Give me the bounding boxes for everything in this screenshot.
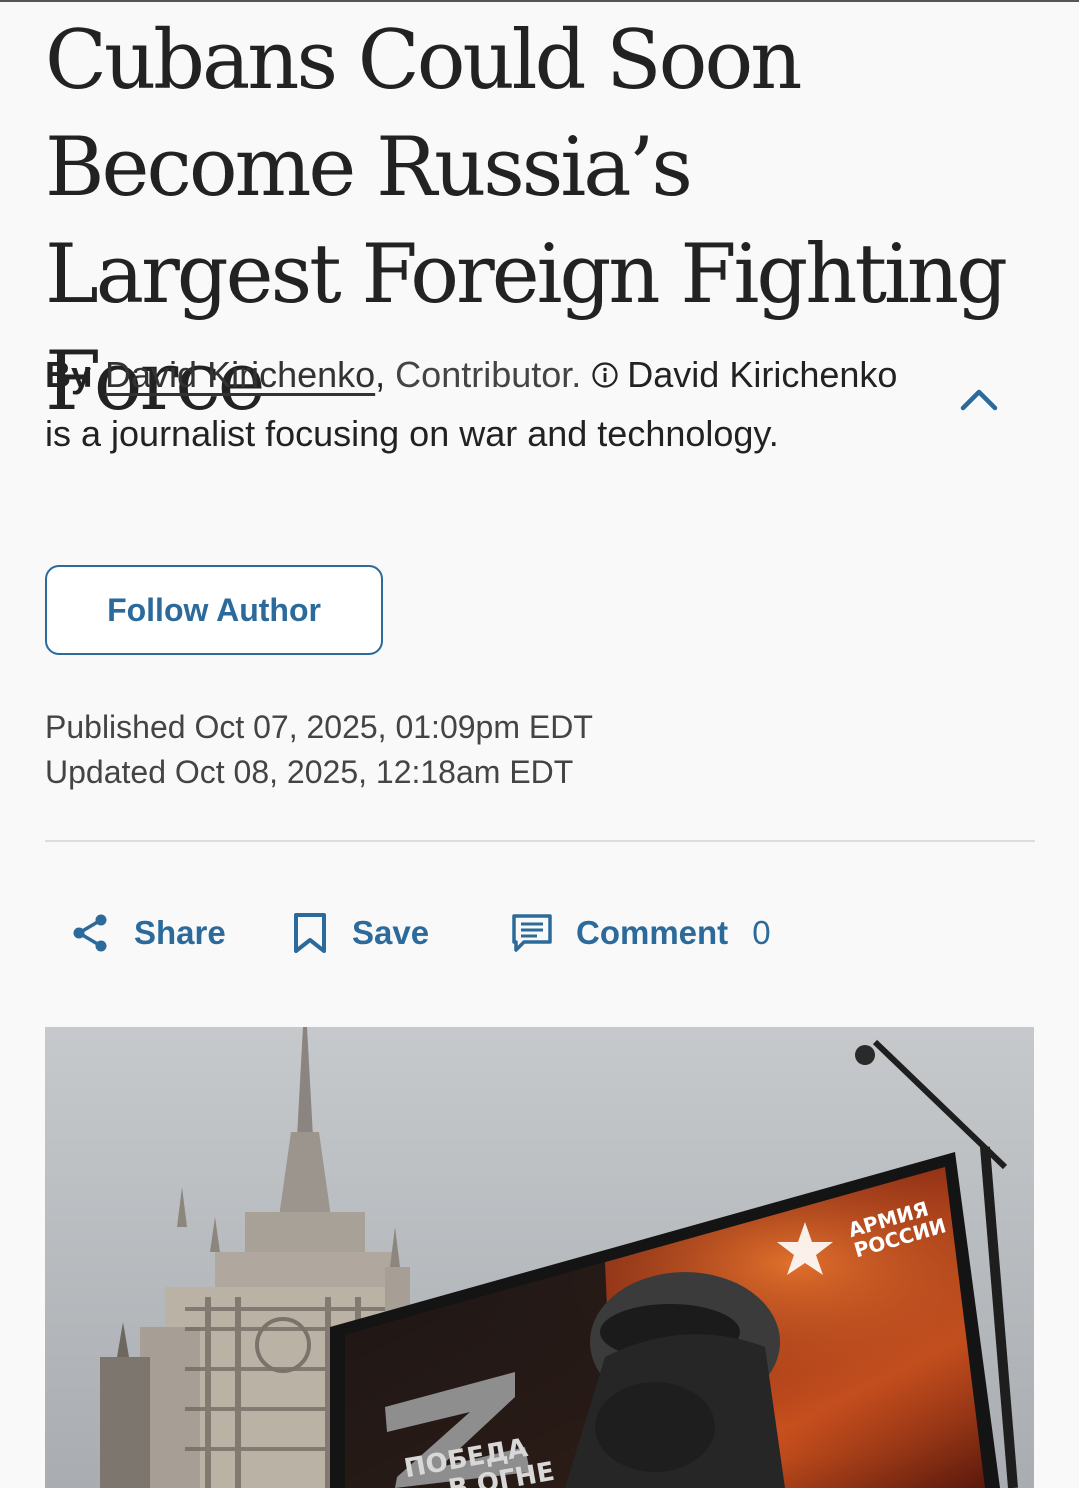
top-border [0, 0, 1079, 2]
byline-prefix: By [45, 354, 92, 395]
bookmark-icon [294, 913, 326, 953]
chevron-up-icon[interactable] [958, 383, 1000, 415]
byline: By David Kirichenko, Contributor. David K… [45, 354, 898, 454]
hero-image[interactable]: АРМИЯ РОССИИ ПОБЕДА В ОГНЕ [45, 1027, 1034, 1488]
follow-author-button[interactable]: Follow Author [45, 565, 383, 655]
share-button[interactable]: Share [70, 905, 226, 961]
article-dates: Published Oct 07, 2025, 01:09pm EDT Upda… [45, 705, 593, 795]
save-label: Save [352, 914, 430, 951]
save-button[interactable]: Save [290, 905, 429, 961]
divider [45, 840, 1035, 842]
author-link[interactable]: David Kirichenko [105, 354, 375, 395]
comment-button[interactable]: Comment 0 [510, 905, 771, 961]
comment-label: Comment [576, 914, 729, 951]
article-actions: Share Save Comment 0 [70, 905, 830, 961]
share-icon [73, 914, 107, 952]
comment-count: 0 [752, 914, 771, 951]
author-role: Contributor. [395, 354, 582, 395]
published-date: Published Oct 07, 2025, 01:09pm EDT [45, 709, 593, 745]
info-icon[interactable] [591, 361, 619, 389]
share-label: Share [134, 914, 226, 951]
comment-icon [512, 914, 552, 952]
hero-photo: АРМИЯ РОССИИ ПОБЕДА В ОГНЕ [45, 1027, 1034, 1488]
updated-date: Updated Oct 08, 2025, 12:18am EDT [45, 754, 574, 790]
